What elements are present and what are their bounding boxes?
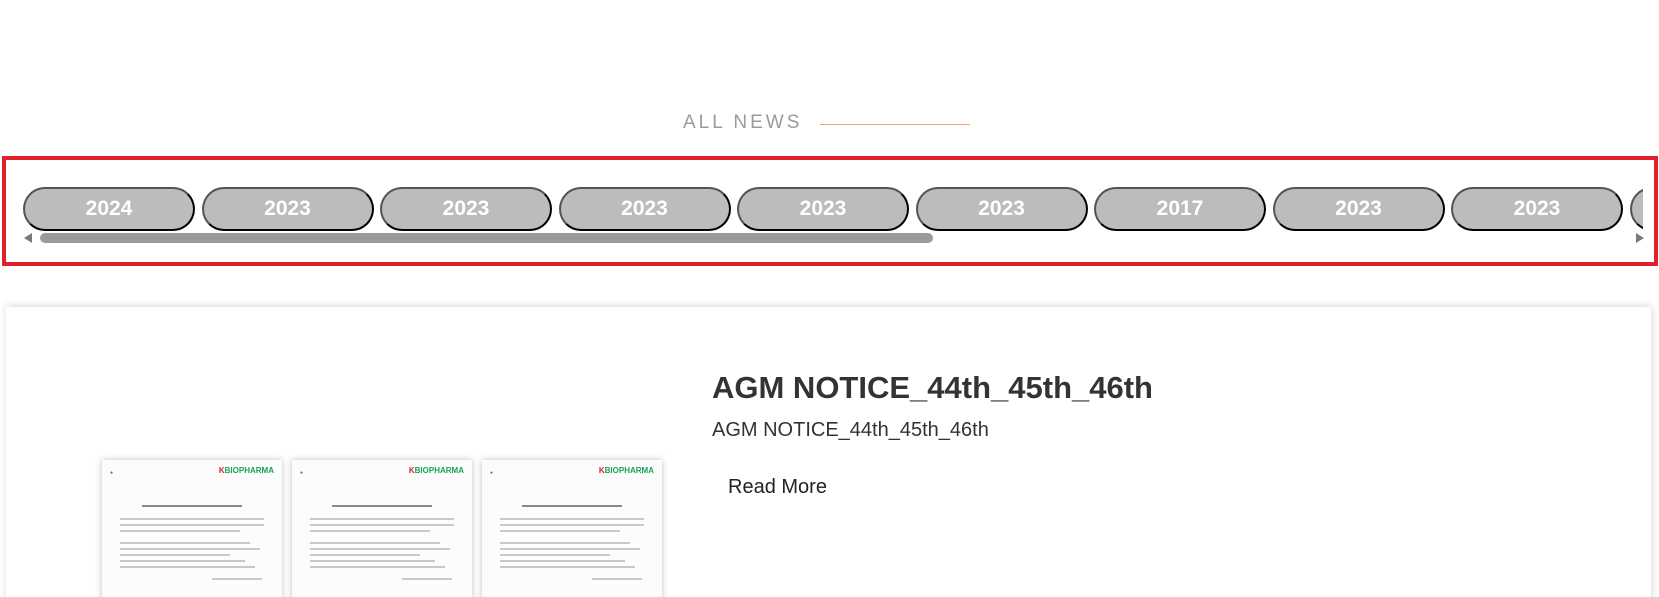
doc-text-line <box>402 578 452 580</box>
doc-text-line <box>500 542 630 544</box>
doc-text-line <box>120 560 245 562</box>
year-pill[interactable]: 2023 <box>380 187 552 231</box>
year-pill[interactable]: 2023 <box>737 187 909 231</box>
triangle-right-icon[interactable] <box>1636 233 1644 243</box>
news-subtitle: AGM NOTICE_44th_45th_46th <box>712 419 989 441</box>
doc-text-line <box>310 548 450 550</box>
brand-logo: KBIOPHARMA <box>408 466 464 475</box>
year-pill[interactable]: 2024 <box>23 187 195 231</box>
doc-text-line <box>310 560 435 562</box>
section-title-rule <box>820 123 971 125</box>
doc-text-line <box>310 530 430 532</box>
doc-text-line <box>310 518 454 520</box>
group-logo-icon: ● <box>110 470 114 476</box>
news-title[interactable]: AGM NOTICE_44th_45th_46th <box>712 370 1153 406</box>
doc-text-line <box>212 578 262 580</box>
doc-text-line <box>500 524 644 526</box>
year-pill[interactable]: 2023 <box>1451 187 1623 231</box>
doc-text-line <box>120 548 260 550</box>
doc-heading-line <box>332 505 432 507</box>
section-title: ALL NEWS <box>683 112 803 133</box>
year-pill[interactable]: 2017 <box>1094 187 1266 231</box>
read-more-button[interactable]: Read More <box>728 476 827 499</box>
year-pill[interactable]: 2023 <box>558 187 731 231</box>
doc-heading-line <box>522 505 622 507</box>
document-thumbnail[interactable]: ● KBIOPHARMA <box>482 460 662 597</box>
doc-text-line <box>120 566 255 568</box>
doc-text-line <box>310 542 440 544</box>
document-thumbnail[interactable]: ● KBIOPHARMA <box>102 460 282 597</box>
year-timeline-highlight: 2024202320232023202320232017202320232023 <box>2 156 1658 266</box>
doc-heading-line <box>142 505 242 507</box>
year-pill[interactable]: 2023 <box>201 187 374 231</box>
section-heading: ALL NEWS <box>683 112 971 134</box>
doc-text-line <box>500 566 635 568</box>
doc-text-line <box>310 524 454 526</box>
doc-text-line <box>310 566 445 568</box>
brand-logo: KBIOPHARMA <box>218 466 274 475</box>
doc-text-line <box>500 530 620 532</box>
news-card: ● KBIOPHARMA ● KBIOPHARMA ● KBIOPHARMA <box>6 307 1651 597</box>
doc-text-line <box>120 518 264 520</box>
doc-text-line <box>120 542 250 544</box>
triangle-left-icon[interactable] <box>24 233 32 243</box>
scrollbar-thumb[interactable] <box>40 233 933 243</box>
group-logo-icon: ● <box>300 470 304 476</box>
year-pill[interactable]: 2023 <box>915 187 1088 231</box>
horizontal-scrollbar[interactable] <box>24 232 1644 244</box>
brand-logo: KBIOPHARMA <box>598 466 654 475</box>
news-thumbnails: ● KBIOPHARMA ● KBIOPHARMA ● KBIOPHARMA <box>102 460 662 597</box>
doc-text-line <box>500 548 640 550</box>
year-timeline-track[interactable]: 2024202320232023202320232017202320232023 <box>23 187 1643 235</box>
doc-text-line <box>120 554 230 556</box>
document-thumbnail[interactable]: ● KBIOPHARMA <box>292 460 472 597</box>
group-logo-icon: ● <box>490 470 494 476</box>
doc-text-line <box>500 554 610 556</box>
doc-text-line <box>500 560 625 562</box>
year-pill[interactable]: 2023 <box>1272 187 1445 231</box>
doc-text-line <box>592 578 642 580</box>
doc-text-line <box>500 518 644 520</box>
doc-text-line <box>120 524 264 526</box>
doc-text-line <box>310 554 420 556</box>
year-pill[interactable]: 2023 <box>1629 187 1643 231</box>
doc-text-line <box>120 530 240 532</box>
